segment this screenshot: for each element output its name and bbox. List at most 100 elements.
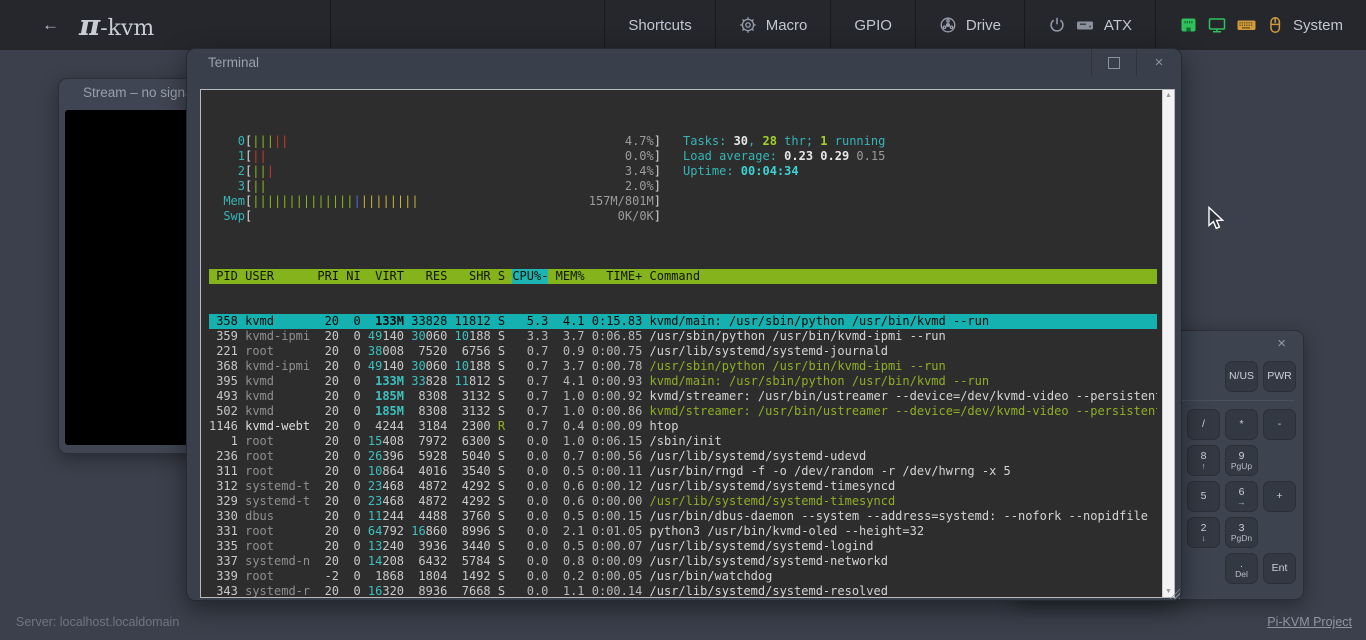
cell-state: S — [498, 554, 505, 569]
keypad-key-pwr[interactable]: PWR — [1263, 361, 1296, 392]
column-header-mem[interactable]: MEM% — [556, 269, 585, 284]
nav-gpio[interactable]: GPIO — [830, 0, 915, 50]
process-row-335[interactable]: 335root2001324039363440S0.00.50:00.07/us… — [209, 539, 1157, 554]
cell-cpu: 0.0 — [512, 584, 548, 597]
process-row-1[interactable]: 1root2001540879726300S0.01.00:06.15/sbin… — [209, 434, 1157, 449]
nav-drive[interactable]: Drive — [915, 0, 1024, 50]
process-row-502[interactable]: 502kvmd200185M83083132S0.71.00:00.86kvmd… — [209, 404, 1157, 419]
cell-pri: 20 — [317, 449, 339, 464]
keypad-key-5[interactable]: 5 — [1187, 481, 1220, 512]
meter-value: 3.4% — [625, 164, 654, 179]
keypad-key-sym[interactable]: - — [1263, 409, 1296, 440]
process-row-221[interactable]: 221root2003800875206756S0.70.90:00.75/us… — [209, 344, 1157, 359]
cell-ni: 0 — [346, 479, 360, 494]
pikvm-project-link[interactable]: Pi-KVM Project — [1267, 615, 1352, 629]
cell-user: root — [245, 344, 310, 359]
keypad-key-9[interactable]: 9PgUp — [1225, 445, 1258, 476]
column-header-virt[interactable]: VIRT — [368, 269, 404, 284]
keypad-key-3[interactable]: 3PgDn — [1225, 517, 1258, 548]
nav-system[interactable]: System — [1155, 0, 1366, 50]
keypad-key-ent[interactable]: Ent — [1263, 553, 1296, 584]
app-logo[interactable]: π -kvm — [79, 11, 154, 40]
column-header-user[interactable]: USER — [245, 269, 310, 284]
close-icon[interactable]: × — [1136, 49, 1181, 76]
cell-virt: 133M — [368, 374, 404, 389]
info-segment: 30 — [734, 134, 748, 148]
terminal-scrollbar[interactable]: ▲ ▼ — [1162, 90, 1174, 597]
close-icon[interactable]: × — [1271, 334, 1292, 353]
cell-pri: 20 — [317, 314, 339, 329]
column-header-pri[interactable]: PRI — [317, 269, 339, 284]
cell-shr: 10188 — [455, 329, 491, 344]
keypad-key-2[interactable]: 2↓ — [1187, 517, 1220, 548]
cell-shr: 3760 — [455, 509, 491, 524]
cell-pri: 20 — [317, 554, 339, 569]
column-header-shr[interactable]: SHR — [455, 269, 491, 284]
column-header-cpu[interactable]: CPU%- — [512, 269, 548, 284]
column-header-ni[interactable]: NI — [346, 269, 360, 284]
cell-cpu: 0.7 — [512, 344, 548, 359]
cell-state: S — [498, 404, 505, 419]
cell-shr: 6756 — [455, 344, 491, 359]
process-table: 358kvmd200133M3382811812S5.34.10:15.83kv… — [209, 314, 1157, 597]
column-header-s[interactable]: S — [498, 269, 505, 284]
meter-label: 3 — [209, 179, 245, 194]
cell-ni: 0 — [346, 464, 360, 479]
process-row-359[interactable]: 359kvmd-ipmi200491403006010188S3.33.70:0… — [209, 329, 1157, 344]
process-row-395[interactable]: 395kvmd200133M3382811812S0.74.10:00.93kv… — [209, 374, 1157, 389]
process-row-329[interactable]: 329systemd-t2002346848724292S0.00.60:00.… — [209, 494, 1157, 509]
process-row-343[interactable]: 343systemd-r2001632089367668S0.01.10:00.… — [209, 584, 1157, 597]
cell-pri: 20 — [317, 464, 339, 479]
process-row-368[interactable]: 368kvmd-ipmi200491403006010188S0.73.70:0… — [209, 359, 1157, 374]
process-row-330[interactable]: 330dbus2001124444883760S0.00.50:00.15/us… — [209, 509, 1157, 524]
process-row-331[interactable]: 331root20064792168608996S0.02.10:01.05py… — [209, 524, 1157, 539]
maximize-icon[interactable] — [1091, 49, 1136, 76]
scroll-up-icon[interactable]: ▲ — [1163, 92, 1174, 99]
meter-value: 157M/801M — [589, 194, 654, 209]
process-row-339[interactable]: 339root-20186818041492S0.00.20:00.05/usr… — [209, 569, 1157, 584]
meter-bar: | — [317, 194, 324, 209]
cell-time: 0:00.75 — [592, 344, 643, 359]
cell-user: systemd-r — [245, 584, 310, 597]
back-arrow-icon[interactable]: ← — [42, 15, 59, 35]
column-header-pid[interactable]: PID — [209, 269, 238, 284]
process-row-312[interactable]: 312systemd-t2002346848724292S0.00.60:00.… — [209, 479, 1157, 494]
info-line-0: Tasks: 30, 28 thr; 1 running — [683, 134, 885, 149]
keypad-key-sym[interactable]: + — [1263, 481, 1296, 512]
cell-res: 30060 — [411, 329, 447, 344]
column-header-time[interactable]: TIME+ — [592, 269, 643, 284]
cell-pid: 236 — [209, 449, 238, 464]
cell-cpu: 5.3 — [512, 314, 548, 329]
cell-virt: 23468 — [368, 479, 404, 494]
nav-atx[interactable]: ATX — [1024, 0, 1155, 50]
keypad-key-8[interactable]: 8↑ — [1187, 445, 1220, 476]
keypad-key-nus[interactable]: N/US — [1225, 361, 1258, 392]
meter-bracket: ] — [654, 179, 661, 194]
cell-pid: 502 — [209, 404, 238, 419]
meter-0: 0[|||||4.7%] — [209, 134, 661, 149]
terminal-screen[interactable]: 0[|||||4.7%]1[||0.0%]2[|||3.4%]3[||2.0%]… — [200, 89, 1175, 598]
process-row-337[interactable]: 337systemd-n2001420864325784S0.00.80:00.… — [209, 554, 1157, 569]
nav-macro[interactable]: Macro — [715, 0, 831, 50]
keypad-key-6[interactable]: 6→ — [1225, 481, 1258, 512]
nav-shortcuts[interactable]: Shortcuts — [604, 0, 714, 50]
cell-user: root — [245, 464, 310, 479]
cell-state: S — [498, 524, 505, 539]
cell-cpu: 0.0 — [512, 569, 548, 584]
meter-3: 3[||2.0%] — [209, 179, 661, 194]
process-row-311[interactable]: 311root2001086440163540S0.00.50:00.11/us… — [209, 464, 1157, 479]
keypad-key-sym[interactable]: * — [1225, 409, 1258, 440]
process-row-236[interactable]: 236root2002639659285040S0.00.70:00.56/us… — [209, 449, 1157, 464]
process-row-1146[interactable]: 1146kvmd-webt200424431842300R0.70.40:00.… — [209, 419, 1157, 434]
cell-pid: 1 — [209, 434, 238, 449]
info-segment: 1 — [820, 134, 827, 148]
keypad-key-sym[interactable]: .Del — [1225, 553, 1258, 584]
process-row-493[interactable]: 493kvmd200185M83083132S0.71.00:00.92kvmd… — [209, 389, 1157, 404]
column-header-command[interactable]: Command — [650, 269, 1157, 284]
cell-res: 33828 — [411, 374, 447, 389]
process-row-358[interactable]: 358kvmd200133M3382811812S5.34.10:15.83kv… — [209, 314, 1157, 329]
keypad-key-sym[interactable]: / — [1187, 409, 1220, 440]
cell-pri: -2 — [317, 569, 339, 584]
column-header-res[interactable]: RES — [411, 269, 447, 284]
cell-state: R — [498, 419, 505, 434]
